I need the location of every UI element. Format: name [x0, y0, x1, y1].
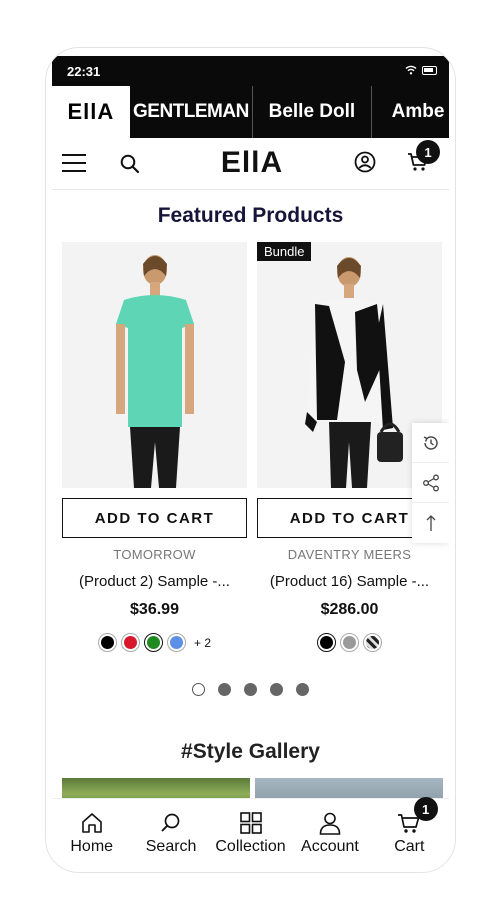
status-time: 22:31	[67, 64, 101, 79]
carousel-pagination	[52, 683, 449, 696]
nav-collection[interactable]: Collection	[211, 799, 290, 868]
status-bar: 22:31	[52, 56, 449, 86]
product-card: ADD TO CART TOMORROW (Product 2) Sample …	[62, 242, 247, 652]
carousel-dot[interactable]	[296, 683, 309, 696]
home-icon	[81, 813, 102, 833]
search-icon	[161, 813, 180, 832]
carousel-dot[interactable]	[192, 683, 205, 696]
wifi-icon	[405, 65, 417, 75]
nav-home[interactable]: Home	[52, 799, 131, 868]
carousel-dot[interactable]	[218, 683, 231, 696]
brand-tab-ambe[interactable]: Ambe	[370, 86, 449, 138]
brand-tabs: EllA GENTLEMAN Belle Doll Ambe	[52, 86, 449, 138]
product-name[interactable]: (Product 16) Sample -...	[257, 573, 442, 590]
status-icons	[405, 65, 437, 75]
featured-products-title: Featured Products	[157, 204, 344, 227]
site-header: EllA 1	[52, 138, 449, 190]
phone-frame: 22:31 EllA GENTLEMAN Belle Doll Ambe Ell…	[45, 47, 456, 873]
color-swatches: + 2	[62, 633, 247, 652]
site-logo[interactable]: EllA	[212, 146, 292, 180]
swatch-green[interactable]	[143, 633, 163, 652]
battery-icon	[422, 65, 437, 75]
product-vendor[interactable]: TOMORROW	[62, 547, 247, 562]
nav-home-label: Home	[70, 838, 114, 855]
brand-tab-belle-doll[interactable]: Belle Doll	[252, 86, 371, 138]
swatch-pattern[interactable]	[363, 633, 382, 652]
bottom-navigation: Home Search Collection Account 1 Cart	[52, 797, 449, 868]
user-icon	[319, 812, 341, 835]
product-image[interactable]	[62, 242, 247, 488]
cart-count-badge: 1	[413, 797, 438, 821]
add-to-cart-button[interactable]: ADD TO CART	[62, 498, 247, 538]
nav-search-label: Search	[145, 838, 197, 855]
product-price: $36.99	[130, 601, 179, 618]
color-swatches	[257, 633, 442, 652]
model-photo	[62, 242, 247, 488]
carousel-dot[interactable]	[270, 683, 283, 696]
nav-cart-label: Cart	[394, 838, 425, 855]
history-button[interactable]	[412, 423, 449, 463]
header-cart[interactable]: 1	[407, 140, 440, 178]
carousel-dot[interactable]	[244, 683, 257, 696]
product-price: $286.00	[320, 601, 379, 618]
brand-tab-ella[interactable]: EllA	[52, 86, 130, 138]
arrow-up-icon	[426, 515, 435, 531]
swatch-grey[interactable]	[340, 633, 359, 652]
search-icon[interactable]	[120, 154, 140, 174]
cart-count-badge: 1	[416, 140, 440, 164]
share-icon	[422, 474, 439, 491]
style-gallery-title: #Style Gallery	[181, 740, 320, 763]
account-icon[interactable]	[354, 151, 376, 173]
menu-icon[interactable]	[62, 154, 86, 172]
grid-icon	[239, 812, 262, 834]
nav-search[interactable]: Search	[131, 799, 210, 868]
nav-cart[interactable]: 1 Cart	[370, 797, 449, 868]
swatch-blue[interactable]	[166, 633, 186, 652]
floating-actions	[412, 423, 449, 543]
product-vendor[interactable]: DAVENTRY MEERS	[257, 547, 442, 562]
nav-account[interactable]: Account	[290, 799, 369, 868]
bundle-tag: Bundle	[257, 242, 312, 261]
product-name[interactable]: (Product 2) Sample -...	[62, 573, 247, 590]
swatch-red[interactable]	[120, 633, 140, 652]
nav-collection-label: Collection	[215, 838, 286, 855]
nav-account-label: Account	[301, 838, 359, 855]
history-icon	[423, 435, 438, 450]
back-to-top-button[interactable]	[412, 503, 449, 543]
screen: 22:31 EllA GENTLEMAN Belle Doll Ambe Ell…	[52, 56, 449, 868]
swatch-black[interactable]	[317, 633, 336, 652]
more-colors[interactable]: + 2	[194, 636, 211, 650]
share-button[interactable]	[412, 463, 449, 503]
brand-tab-gentleman[interactable]: GENTLEMAN	[130, 86, 252, 138]
swatch-black[interactable]	[97, 633, 117, 652]
